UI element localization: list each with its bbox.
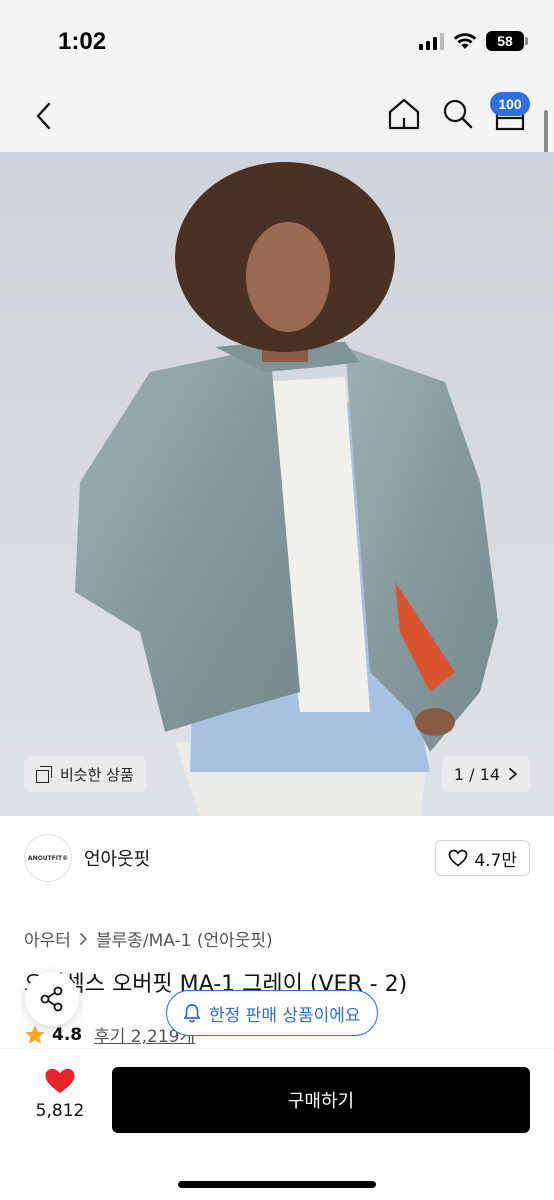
similar-products-label: 비슷한 상품 (60, 765, 134, 784)
back-button[interactable] (26, 96, 62, 136)
limited-sale-label: 한정 판매 상품이에요 (209, 1005, 361, 1026)
breadcrumb-child[interactable]: 블루종/MA-1 (언아웃핏) (96, 926, 273, 951)
chevron-left-icon (36, 102, 51, 130)
chevron-right-icon (80, 932, 88, 945)
rating-value: 4.8 (52, 1024, 83, 1045)
heart-filled-icon (45, 1068, 75, 1093)
brand-like-count: 4.7만 (474, 850, 517, 871)
battery-icon: 58 (486, 31, 528, 51)
bell-icon (183, 1004, 201, 1023)
wishlist-button[interactable]: 5,812 (30, 1067, 90, 1121)
image-counter-label: 1 / 14 (453, 764, 500, 784)
share-icon (40, 986, 63, 1012)
home-indicator (178, 1181, 376, 1188)
wishlist-count: 5,812 (35, 1101, 85, 1121)
product-image[interactable]: 비슷한 상품 1 / 14 (0, 152, 554, 816)
brand-row[interactable]: ANOUTFIT® 언아웃핏 4.7만 (0, 816, 554, 900)
brand-name[interactable]: 언아웃핏 (84, 845, 150, 871)
search-icon (443, 99, 473, 129)
product-photo (0, 152, 554, 816)
home-icon (388, 98, 420, 130)
image-counter-button[interactable]: 1 / 14 (441, 756, 530, 792)
signal-icon (419, 32, 444, 50)
wifi-icon (453, 32, 477, 50)
buy-button[interactable]: 구매하기 (112, 1067, 530, 1133)
share-button[interactable] (25, 972, 79, 1026)
status-bar: 1:02 58 (0, 0, 554, 84)
chevron-right-icon (509, 768, 517, 780)
status-time: 1:02 (58, 28, 107, 55)
search-button[interactable] (438, 94, 478, 134)
copy-icon (36, 766, 52, 783)
nav-bar: 100 (0, 84, 554, 152)
heart-outline-icon (448, 849, 468, 867)
status-icons: 58 (419, 31, 528, 51)
star-icon (25, 1025, 45, 1043)
limited-sale-toast: 한정 판매 상품이에요 (166, 990, 378, 1036)
breadcrumb: 아우터 블루종/MA-1 (언아웃핏) (24, 926, 273, 951)
brand-logo[interactable]: ANOUTFIT® (24, 834, 72, 882)
similar-products-button[interactable]: 비슷한 상품 (24, 756, 146, 792)
breadcrumb-parent[interactable]: 아우터 (24, 926, 71, 951)
brand-like-button[interactable]: 4.7만 (435, 840, 530, 876)
cart-count-badge: 100 (490, 92, 530, 116)
bottom-bar: 5,812 구매하기 (0, 1048, 554, 1200)
home-button[interactable] (384, 94, 424, 134)
